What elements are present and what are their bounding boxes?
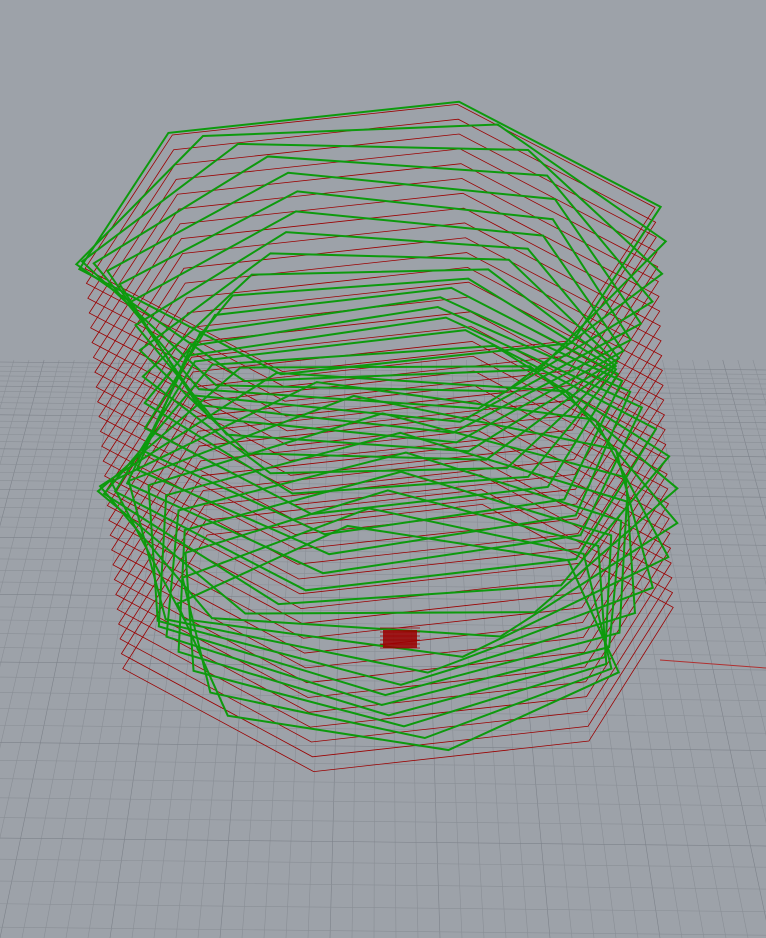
grid-line xyxy=(0,858,766,868)
grid-line xyxy=(0,359,45,527)
grid-line xyxy=(0,903,766,913)
green-hexagon xyxy=(134,231,621,453)
grid-line xyxy=(373,359,377,938)
x-axis-line xyxy=(659,659,766,669)
grid-line xyxy=(677,359,766,737)
grid-line xyxy=(0,778,766,788)
grid-line xyxy=(0,570,766,579)
rhino-perspective-viewport[interactable] xyxy=(0,0,766,938)
grid-line xyxy=(0,359,60,594)
grid-line xyxy=(647,359,766,921)
viewport-canvas[interactable] xyxy=(0,0,766,938)
grid-line xyxy=(692,359,766,658)
grid-line xyxy=(707,359,766,586)
grid-line xyxy=(420,359,441,938)
green-twisted-hexagon-stack xyxy=(74,100,679,752)
grid-line xyxy=(0,817,766,826)
grid-line xyxy=(263,359,301,938)
grid-line xyxy=(0,359,90,749)
grid-line xyxy=(0,359,105,839)
grid-line xyxy=(0,880,766,890)
base-point-hatch xyxy=(383,630,417,648)
grid-line xyxy=(0,797,766,807)
grid-line xyxy=(0,926,766,936)
grid-line xyxy=(737,359,766,461)
grid-line xyxy=(351,359,362,938)
grid-line xyxy=(0,414,766,424)
base-point-marker xyxy=(380,627,420,649)
grid-line xyxy=(0,359,15,410)
grid-line xyxy=(631,359,749,938)
construction-plane-grid xyxy=(0,359,766,938)
green-hexagon xyxy=(177,470,613,717)
grid-line xyxy=(722,359,766,521)
grid-line xyxy=(0,837,766,847)
